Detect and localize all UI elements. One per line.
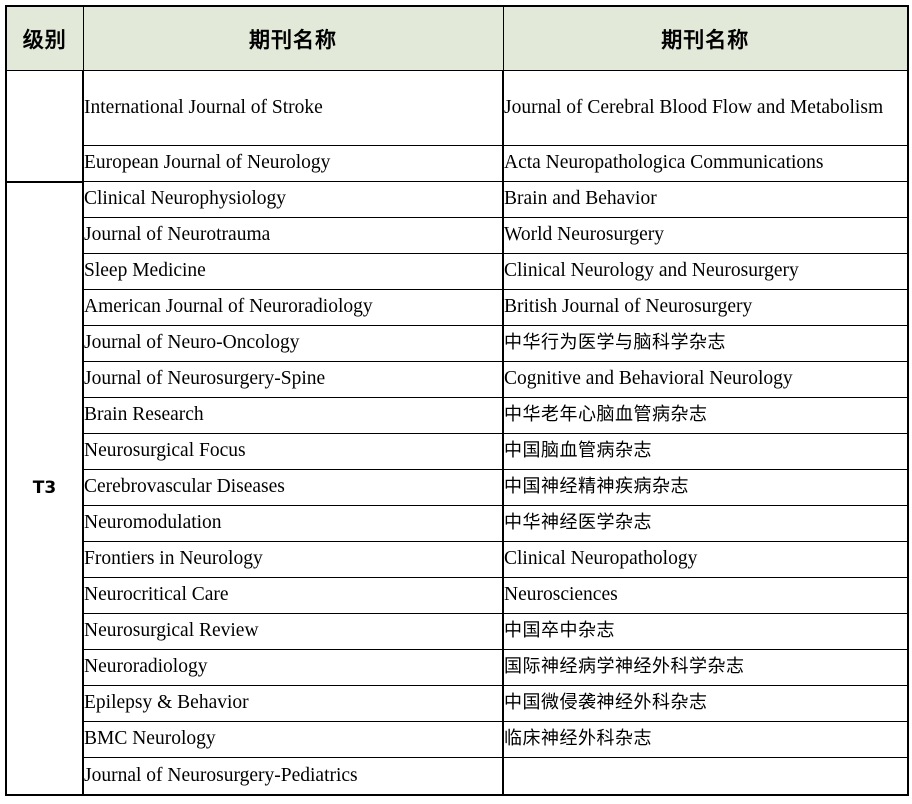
journal-name-left: Frontiers in Neurology bbox=[82, 541, 504, 578]
table-row: Cerebrovascular Diseases 中国神经精神疾病杂志 bbox=[6, 469, 909, 506]
journal-name-right: 中国脑血管病杂志 bbox=[502, 433, 909, 470]
table-row: American Journal of Neuroradiology Britis… bbox=[6, 289, 909, 326]
journal-name-left: Clinical Neurophysiology bbox=[82, 181, 504, 218]
journal-name-right: 临床神经外科杂志 bbox=[502, 721, 909, 758]
header-row: 级别 期刊名称 期刊名称 bbox=[5, 5, 909, 71]
table-row: Journal of Neurosurgery-Pediatrics bbox=[6, 757, 909, 796]
journal-name-chinese: 中华行为医学与脑科学杂志 bbox=[504, 332, 726, 354]
journal-name-chinese: 中国卒中杂志 bbox=[504, 620, 615, 642]
journal-name-right: 中国神经精神疾病杂志 bbox=[502, 469, 909, 506]
table-row: Frontiers in Neurology Clinical Neuropath… bbox=[6, 541, 909, 578]
table-row: Journal of Neurosurgery-Spine Cognitive a… bbox=[6, 361, 909, 398]
table-row: Neuroradiology 国际神经病学神经外科学杂志 bbox=[6, 649, 909, 686]
column-header-journal-right: 期刊名称 bbox=[502, 5, 909, 71]
table-row: Sleep Medicine Clinical Neurology and Neu… bbox=[6, 253, 909, 290]
journal-name-left: Journal of Neuro-Oncology bbox=[82, 325, 504, 362]
table-row: Brain Research 中华老年心脑血管病杂志 bbox=[6, 397, 909, 434]
journal-name-right: Acta Neuropathologica Communications bbox=[502, 145, 909, 182]
journal-table-container: 级别 期刊名称 期刊名称 International Journal of St… bbox=[5, 5, 909, 796]
journal-name-right: World Neurosurgery bbox=[502, 217, 909, 254]
journal-name-right: 中华行为医学与脑科学杂志 bbox=[502, 325, 909, 362]
journal-name-left: Sleep Medicine bbox=[82, 253, 504, 290]
table-row: Neuromodulation 中华神经医学杂志 bbox=[6, 505, 909, 542]
journal-name-left: Journal of Neurosurgery-Spine bbox=[82, 361, 504, 398]
journal-name-left: Epilepsy & Behavior bbox=[82, 685, 504, 722]
journal-name-left: Brain Research bbox=[82, 397, 504, 434]
journal-name-chinese: 中国神经精神疾病杂志 bbox=[504, 476, 689, 498]
journal-name-right: Journal of Cerebral Blood Flow and Metab… bbox=[502, 70, 909, 146]
journal-name-left: Neuroradiology bbox=[82, 649, 504, 686]
journal-name-right: Clinical Neuropathology bbox=[502, 541, 909, 578]
journal-name-left: Neurosurgical Review bbox=[82, 613, 504, 650]
journal-name-left: European Journal of Neurology bbox=[82, 145, 504, 182]
journal-name-left: Neuromodulation bbox=[82, 505, 504, 542]
journal-name-left: International Journal of Stroke bbox=[82, 70, 504, 146]
journal-name-chinese: 中国微侵袭神经外科杂志 bbox=[504, 692, 708, 714]
journal-name-right: Clinical Neurology and Neurosurgery bbox=[502, 253, 909, 290]
column-header-journal-left: 期刊名称 bbox=[82, 5, 504, 71]
journal-name-right: Brain and Behavior bbox=[502, 181, 909, 218]
table-row: Journal of Neurotrauma World Neurosurgery bbox=[6, 217, 909, 254]
table-row: European Journal of Neurology Acta Neurop… bbox=[6, 145, 909, 182]
journal-name-right: 国际神经病学神经外科学杂志 bbox=[502, 649, 909, 686]
level-cell-t3: T3 bbox=[5, 181, 84, 796]
table-body: International Journal of Stroke Journal o… bbox=[5, 70, 909, 796]
journal-name-left: Journal of Neurotrauma bbox=[82, 217, 504, 254]
table-row: Epilepsy & Behavior 中国微侵袭神经外科杂志 bbox=[6, 685, 909, 722]
journal-name-right: Neurosciences bbox=[502, 577, 909, 614]
journal-name-right: 中国卒中杂志 bbox=[502, 613, 909, 650]
journal-name-chinese: 国际神经病学神经外科学杂志 bbox=[504, 656, 745, 678]
journal-name-chinese: 中华老年心脑血管病杂志 bbox=[504, 404, 708, 426]
table-row: Neurosurgical Review 中国卒中杂志 bbox=[6, 613, 909, 650]
journal-name-left: Journal of Neurosurgery-Pediatrics bbox=[82, 757, 504, 796]
journal-name-right: 中华老年心脑血管病杂志 bbox=[502, 397, 909, 434]
table-row: BMC Neurology 临床神经外科杂志 bbox=[6, 721, 909, 758]
journal-name-right: 中国微侵袭神经外科杂志 bbox=[502, 685, 909, 722]
journal-name-chinese: 中华神经医学杂志 bbox=[504, 512, 652, 534]
column-header-level: 级别 bbox=[5, 5, 84, 71]
table-row: Neurocritical Care Neurosciences bbox=[6, 577, 909, 614]
journal-name-chinese: 临床神经外科杂志 bbox=[504, 728, 652, 750]
journal-name-left: Neurosurgical Focus bbox=[82, 433, 504, 470]
journal-name-right: Cognitive and Behavioral Neurology bbox=[502, 361, 909, 398]
journal-ranking-table: 级别 期刊名称 期刊名称 International Journal of St… bbox=[5, 5, 909, 796]
journal-name-left: American Journal of Neuroradiology bbox=[82, 289, 504, 326]
table-row: Journal of Neuro-Oncology 中华行为医学与脑科学杂志 bbox=[6, 325, 909, 362]
journal-name-right: British Journal of Neurosurgery bbox=[502, 289, 909, 326]
table-row: T3 Clinical Neurophysiology Brain and Beha… bbox=[5, 181, 909, 796]
table-header: 级别 期刊名称 期刊名称 bbox=[5, 5, 909, 71]
journal-name-left: Cerebrovascular Diseases bbox=[82, 469, 504, 506]
journal-name-chinese: 中国脑血管病杂志 bbox=[504, 440, 652, 462]
journal-name-right: 中华神经医学杂志 bbox=[502, 505, 909, 542]
level-cell-blank bbox=[5, 70, 84, 183]
table-row: Neurosurgical Focus 中国脑血管病杂志 bbox=[6, 433, 909, 470]
journal-name-left: Neurocritical Care bbox=[82, 577, 504, 614]
table-row: International Journal of Stroke Journal o… bbox=[5, 70, 909, 183]
journal-name-right bbox=[502, 757, 909, 796]
journal-name-left: BMC Neurology bbox=[82, 721, 504, 758]
